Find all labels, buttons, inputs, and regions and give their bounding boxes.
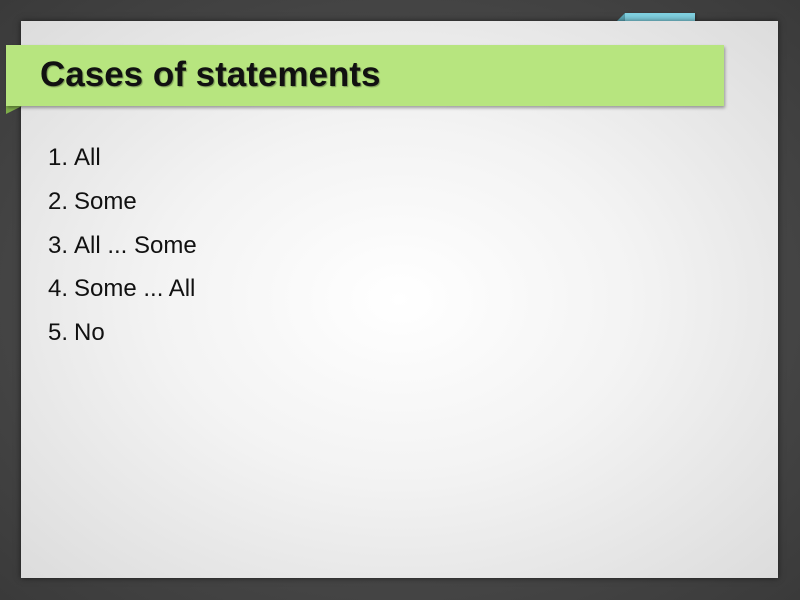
list-item: 5. No: [48, 315, 197, 359]
statement-list: 1. All 2. Some 3. All ... Some 4. Some .…: [48, 140, 197, 359]
list-item-text: Some ... All: [74, 275, 196, 303]
list-item: 2. Some: [48, 184, 197, 228]
list-item-number: 5.: [48, 319, 69, 347]
title-bar: Cases of statements: [6, 45, 724, 106]
list-item-text: No: [74, 319, 105, 347]
list-item-text: All: [74, 144, 101, 171]
list-item: 3. All ... Some: [48, 228, 197, 272]
list-item-number: 4.: [48, 275, 69, 303]
list-item: 1. All: [48, 140, 197, 184]
slide-title: Cases of statements: [40, 55, 381, 94]
accent-tab-fold: [617, 13, 625, 21]
list-item: 4. Some ... All: [48, 271, 197, 315]
list-item-text: Some: [74, 187, 137, 215]
list-item-number: 1.: [48, 144, 69, 171]
list-item-text: All ... Some: [74, 231, 197, 259]
list-item-number: 3.: [48, 231, 69, 259]
list-item-number: 2.: [48, 187, 69, 215]
title-bar-fold: [6, 106, 22, 114]
